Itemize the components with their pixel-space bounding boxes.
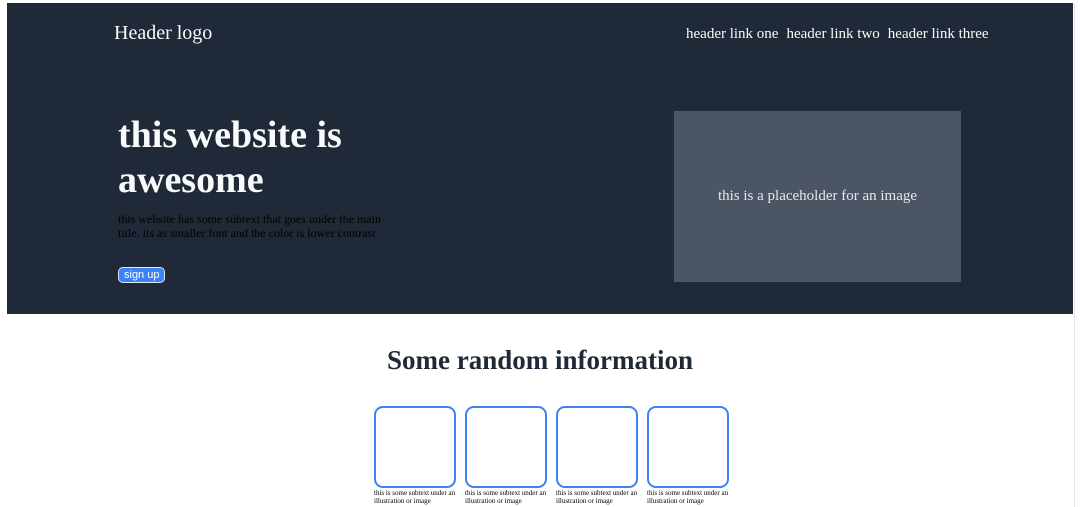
info-card: this is some subtext under an illustrati… xyxy=(647,406,729,505)
card-subtext: this is some subtext under an illustrati… xyxy=(374,489,456,505)
card-subtext: this is some subtext under an illustrati… xyxy=(556,489,638,505)
image-placeholder-text: this is a placeholder for an image xyxy=(717,188,918,204)
header-nav: header link one header link two header l… xyxy=(686,25,989,43)
page-edge-divider xyxy=(1074,3,1075,507)
illustration-placeholder xyxy=(374,406,456,488)
hero-image-placeholder: this is a placeholder for an image xyxy=(674,111,961,282)
hero-subtext: this website has some subtext that goes … xyxy=(118,212,381,240)
hero-title: this website is awesome xyxy=(118,114,342,201)
header-logo[interactable]: Header logo xyxy=(114,22,212,44)
illustration-placeholder xyxy=(556,406,638,488)
info-cards: this is some subtext under an illustrati… xyxy=(374,406,729,505)
illustration-placeholder xyxy=(465,406,547,488)
illustration-placeholder xyxy=(647,406,729,488)
info-section-title: Some random information xyxy=(387,345,693,375)
header-link-three[interactable]: header link three xyxy=(888,25,989,43)
info-card: this is some subtext under an illustrati… xyxy=(374,406,456,505)
card-subtext: this is some subtext under an illustrati… xyxy=(647,489,729,505)
info-card: this is some subtext under an illustrati… xyxy=(465,406,547,505)
hero-section: Header logo header link one header link … xyxy=(7,3,1073,314)
card-subtext: this is some subtext under an illustrati… xyxy=(465,489,547,505)
header-link-two[interactable]: header link two xyxy=(786,25,879,43)
header-link-one[interactable]: header link one xyxy=(686,25,778,43)
sign-up-button[interactable]: sign up xyxy=(118,267,166,283)
info-card: this is some subtext under an illustrati… xyxy=(556,406,638,505)
